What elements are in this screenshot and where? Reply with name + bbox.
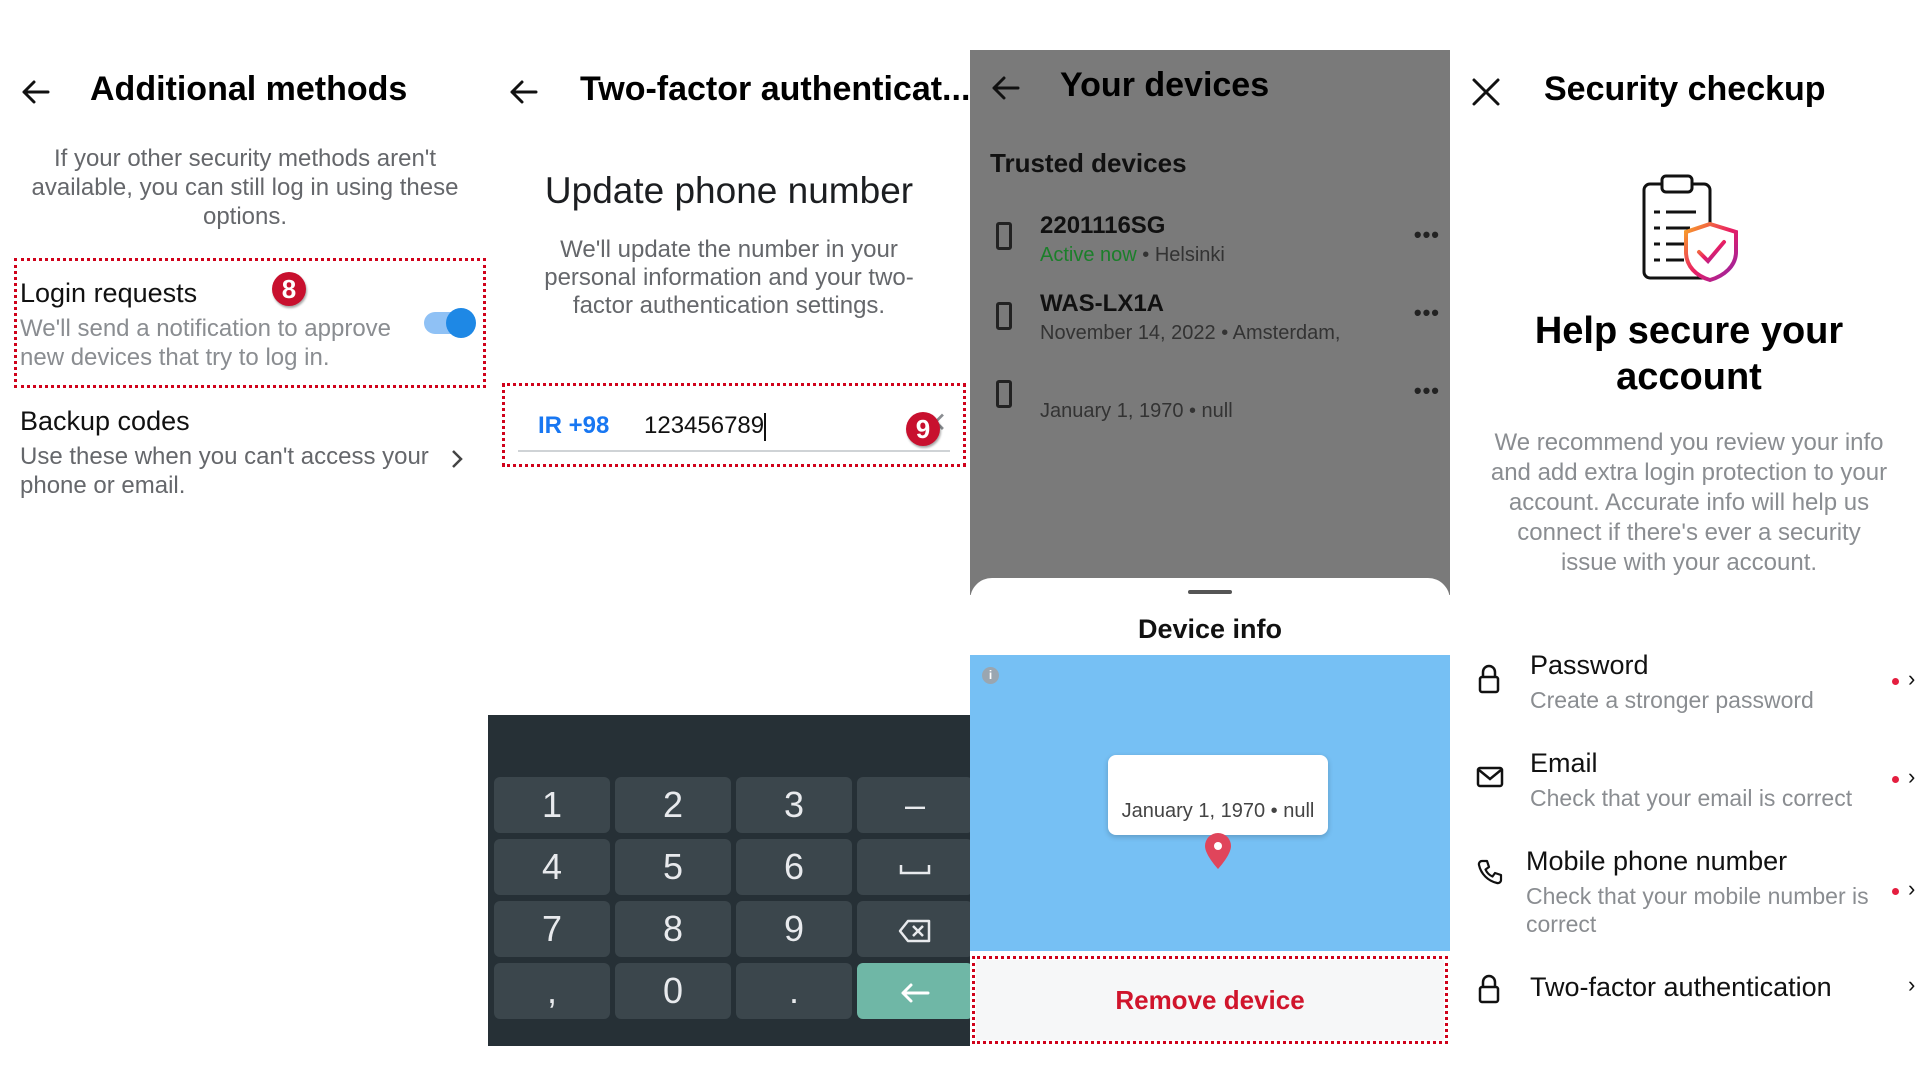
back-arrow-icon[interactable] <box>988 70 1024 106</box>
device-location: November 14, 2022 • Amsterdam, <box>1040 322 1341 344</box>
alert-dot <box>1892 888 1899 895</box>
chevron-right-icon <box>452 450 463 468</box>
remove-device-button[interactable]: Remove device <box>976 960 1444 1040</box>
key-3[interactable]: 3 <box>736 777 852 833</box>
step-badge: 8 <box>272 272 306 306</box>
header: Security checkup <box>1450 50 1928 132</box>
page-title: Your devices <box>1060 66 1270 104</box>
key-1[interactable]: 1 <box>494 777 610 833</box>
login-requests-toggle[interactable] <box>424 308 476 338</box>
description: We recommend you review your info and ad… <box>1490 429 1888 576</box>
row-subtitle: Create a stronger password <box>1530 687 1814 713</box>
back-arrow-icon[interactable] <box>18 74 54 110</box>
your-devices-screen: Your devices Trusted devices 2201116SG A… <box>970 50 1450 1046</box>
header: Your devices <box>970 50 1450 132</box>
key-9[interactable]: 9 <box>736 901 852 957</box>
key-period[interactable]: . <box>736 963 852 1019</box>
phone-call-icon <box>1477 859 1503 885</box>
phone-icon <box>996 302 1012 330</box>
backup-codes-title: Backup codes <box>20 406 190 436</box>
sheet-title: Device info <box>1137 614 1283 644</box>
chevron-right-icon: › <box>1908 764 1916 789</box>
additional-methods-screen: Additional methods If your other securit… <box>0 50 488 1046</box>
device-name: 2201116SG <box>1040 212 1166 239</box>
backspace-icon <box>898 920 931 943</box>
toggle-knob <box>446 308 476 338</box>
map-tooltip: January 1, 1970 • null <box>1108 755 1328 835</box>
active-status: Active now <box>1040 244 1137 266</box>
drag-handle[interactable] <box>1188 590 1232 594</box>
header: Additional methods <box>0 50 488 132</box>
heading: Help secure your account <box>1534 310 1844 398</box>
dimmed-background: Your devices Trusted devices 2201116SG A… <box>970 50 1450 595</box>
device-location: January 1, 1970 • null <box>1040 400 1233 422</box>
key-enter[interactable] <box>857 963 970 1019</box>
row-title: Two-factor authentication <box>1530 972 1832 1002</box>
close-icon[interactable] <box>1470 76 1502 108</box>
backup-codes-desc: Use these when you can't access your pho… <box>20 443 429 499</box>
key-2[interactable]: 2 <box>615 777 731 833</box>
back-arrow-icon[interactable] <box>506 74 542 110</box>
row-title: Email <box>1530 748 1598 778</box>
page-title: Two-factor authenticat... <box>580 70 970 108</box>
map-tooltip-label: January 1, 1970 • null <box>1121 800 1315 822</box>
update-phone-screen: Two-factor authenticat... Update phone n… <box>488 50 970 1046</box>
key-0[interactable]: 0 <box>615 963 731 1019</box>
key-5[interactable]: 5 <box>615 839 731 895</box>
chevron-right-icon: › <box>1908 972 1916 997</box>
row-title: Mobile phone number <box>1526 846 1788 876</box>
section-title: Trusted devices <box>990 148 1187 178</box>
more-options-icon[interactable]: ••• <box>1414 300 1440 326</box>
device-location: • Helsinki <box>1136 244 1225 266</box>
device-status: Active now • Helsinki <box>1040 244 1225 267</box>
key-backspace[interactable] <box>857 901 970 957</box>
map-view[interactable]: i January 1, 1970 • null <box>970 655 1450 951</box>
lock-icon <box>1478 664 1500 694</box>
row-subtitle: Check that your email is correct <box>1530 785 1853 811</box>
clipboard-shield-icon <box>1642 174 1738 283</box>
chevron-right-icon: › <box>1908 876 1916 901</box>
key-comma[interactable]: , <box>494 963 610 1019</box>
more-options-icon[interactable]: ••• <box>1414 378 1440 404</box>
key-4[interactable]: 4 <box>494 839 610 895</box>
login-requests-desc: We'll send a notification to approve new… <box>20 315 392 371</box>
key-7[interactable]: 7 <box>494 901 610 957</box>
description: We'll update the number in your personal… <box>544 236 914 319</box>
step-badge: 9 <box>906 412 940 446</box>
key-8[interactable]: 8 <box>615 901 731 957</box>
page-title: Additional methods <box>90 70 408 108</box>
security-checkup-screen: Security checkup Help secure your accoun… <box>1450 50 1928 1046</box>
row-title: Password <box>1530 650 1649 680</box>
alert-dot <box>1892 776 1899 783</box>
key-space[interactable] <box>857 839 970 895</box>
header: Two-factor authenticat... <box>488 50 970 132</box>
chevron-right-icon: › <box>1908 666 1916 691</box>
device-name: WAS-LX1A <box>1040 290 1165 317</box>
phone-input-value: 123456789 <box>644 412 765 439</box>
row-subtitle: Check that your mobile number is correct <box>1526 883 1869 937</box>
enter-arrow-icon <box>901 983 930 1003</box>
more-options-icon[interactable]: ••• <box>1414 222 1440 248</box>
key-6[interactable]: 6 <box>736 839 852 895</box>
numeric-keyboard: 1 2 3 – 4 5 6 7 8 9 , 0 . <box>488 715 970 1046</box>
space-icon <box>899 865 931 875</box>
key-dash[interactable]: – <box>857 777 970 833</box>
lock-icon <box>1478 974 1500 1004</box>
mail-icon <box>1476 766 1504 788</box>
phone-icon <box>996 380 1012 408</box>
map-pin-icon <box>1205 833 1231 869</box>
login-requests-title: Login requests <box>20 278 198 308</box>
phone-icon <box>996 222 1012 250</box>
info-icon[interactable]: i <box>982 667 999 684</box>
intro-text: If your other security methods aren't av… <box>31 145 459 230</box>
country-code-selector[interactable]: IR +98 <box>538 412 609 440</box>
text-cursor <box>764 412 767 441</box>
page-title: Security checkup <box>1544 70 1826 108</box>
phone-input[interactable]: 123456789 <box>644 412 767 441</box>
heading: Update phone number <box>544 170 914 211</box>
input-underline <box>518 450 950 452</box>
alert-dot <box>1892 678 1899 685</box>
